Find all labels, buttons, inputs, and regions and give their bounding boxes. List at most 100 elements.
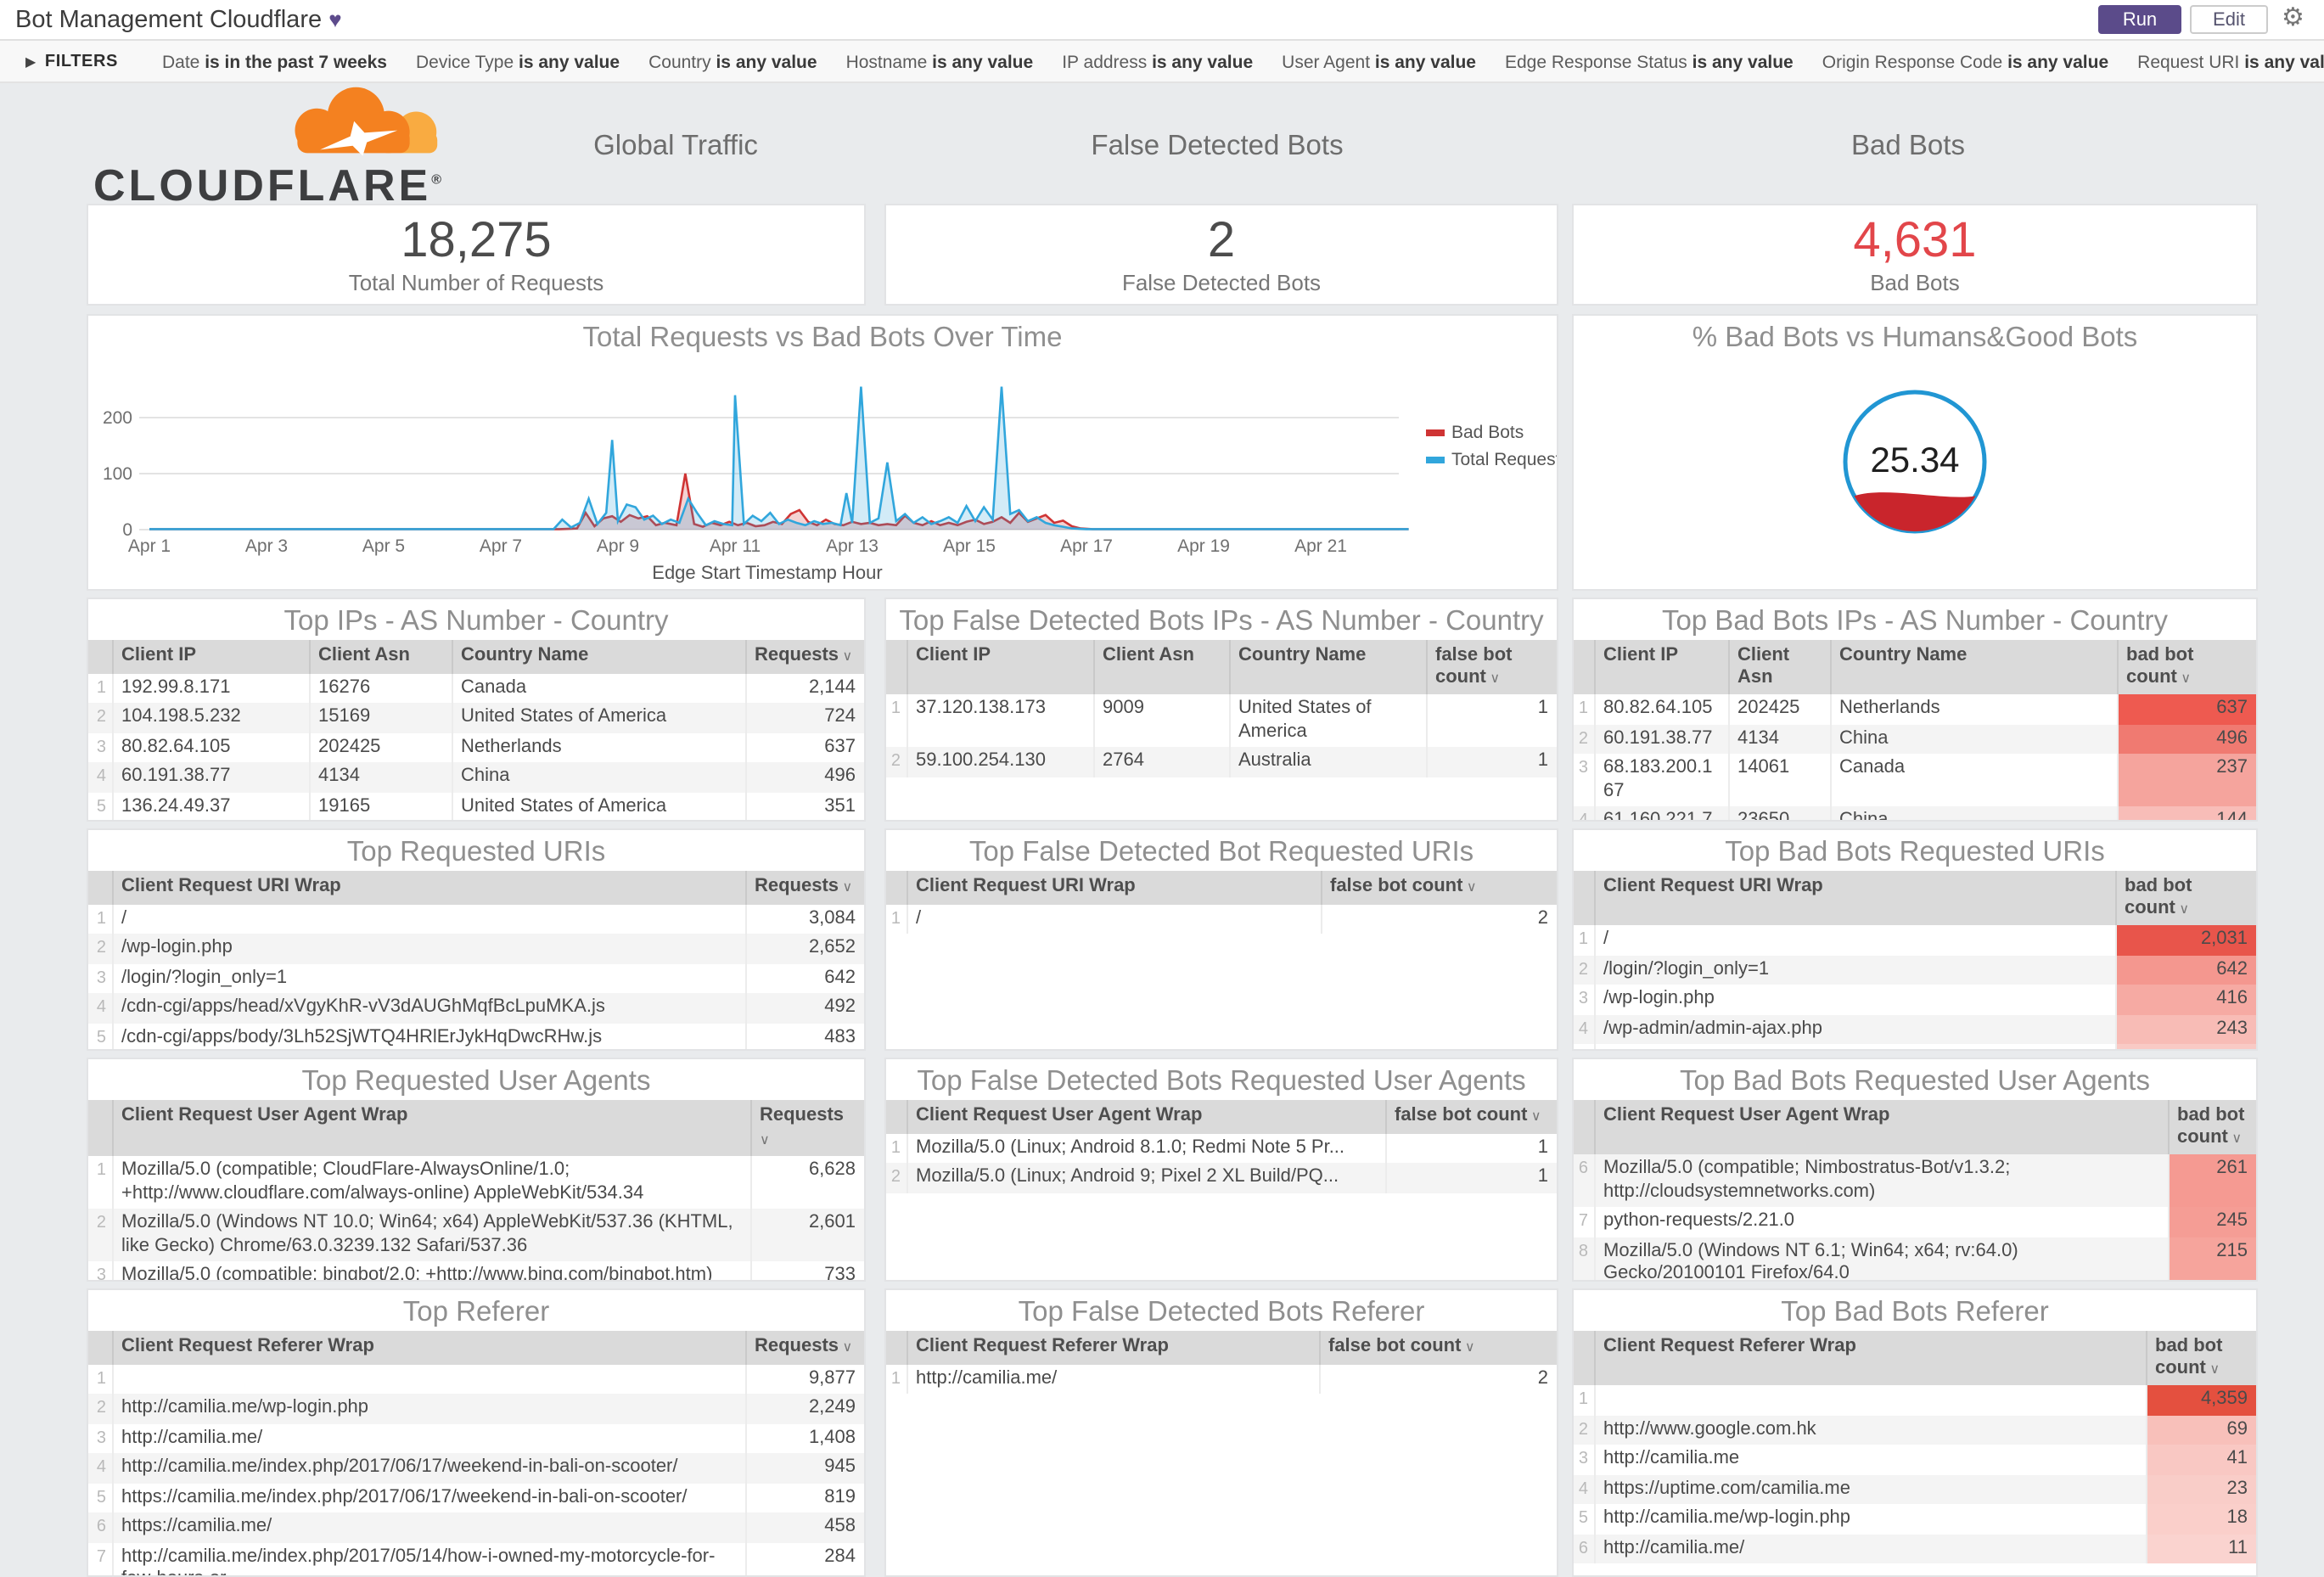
cell[interactable]: United States of America [451, 703, 745, 732]
value-cell[interactable]: 416 [2114, 985, 2256, 1014]
cell[interactable]: https://uptime.com/camilia.me [1593, 1474, 2146, 1504]
cell[interactable]: Mozilla/5.0 (compatible; Nimbostratus-Bo… [1593, 1154, 2168, 1207]
value-cell[interactable]: 6,628 [749, 1156, 864, 1209]
cell[interactable]: 23650 [1727, 806, 1830, 820]
value-cell[interactable]: 2,249 [744, 1394, 864, 1423]
value-cell[interactable]: 458 [744, 1512, 864, 1542]
cell[interactable]: 202425 [308, 732, 452, 762]
cell[interactable]: https://camilia.me/ [111, 1512, 745, 1542]
column-header-country-name[interactable]: Country Name [451, 640, 745, 673]
cell[interactable]: China [1829, 806, 2117, 820]
cell[interactable]: 80.82.64.105 [1593, 694, 1728, 724]
cell[interactable]: 61.160.221.73 [1593, 806, 1728, 820]
column-header-client-request-referer-wrap[interactable]: Client Request Referer Wrap [906, 1331, 1319, 1364]
cell[interactable] [111, 1364, 745, 1394]
value-cell[interactable]: 642 [2114, 955, 2256, 985]
filter-item-date[interactable]: Date is in the past 7 weeks [162, 53, 387, 73]
column-header-false-bot-count[interactable]: false bot count ∨ [1384, 1100, 1557, 1133]
cell[interactable] [1593, 1385, 2146, 1415]
column-header-country-name[interactable]: Country Name [1829, 640, 2117, 694]
cell[interactable]: 4134 [308, 762, 452, 792]
value-cell[interactable]: 724 [744, 703, 864, 732]
value-cell[interactable]: 124 [2114, 1044, 2256, 1049]
value-cell[interactable]: 1,408 [744, 1423, 864, 1453]
cell[interactable]: Mozilla/5.0 (Windows NT 10.0; Win64; x64… [111, 1209, 750, 1261]
legend-label-total-requests[interactable]: Total Requests [1451, 450, 1557, 469]
cell[interactable]: http://www.google.com.hk [1593, 1415, 2146, 1445]
value-cell[interactable]: 23 [2145, 1474, 2256, 1504]
cell[interactable]: 60.191.38.77 [111, 762, 309, 792]
column-header-client-ip[interactable]: Client IP [1593, 640, 1728, 694]
legend-label-bad-bots[interactable]: Bad Bots [1451, 423, 1524, 442]
cell[interactable]: Australia [1228, 747, 1426, 777]
value-cell[interactable]: 261 [2167, 1154, 2256, 1207]
value-cell[interactable]: 351 [744, 792, 864, 820]
cell[interactable]: 60.191.38.77 [1593, 724, 1728, 754]
cell[interactable]: /cdn-cgi/apps/body/3Lh52SjWTQ4HRlErJykHq… [111, 1023, 745, 1049]
value-cell[interactable]: 284 [744, 1542, 864, 1575]
legend-swatch-total-requests[interactable] [1426, 457, 1445, 463]
column-header-client-ip[interactable]: Client IP [111, 640, 309, 673]
cell[interactable]: 202425 [1727, 694, 1830, 724]
column-header-false-bot-count[interactable]: false bot count ∨ [1320, 871, 1557, 904]
cell[interactable]: https://camilia.me/index.php/2017/06/17/… [111, 1483, 745, 1512]
value-cell[interactable]: 69 [2145, 1415, 2256, 1445]
value-cell[interactable]: 637 [2116, 694, 2256, 724]
cell[interactable]: 16276 [308, 673, 452, 703]
cell[interactable]: China [451, 762, 745, 792]
value-cell[interactable]: 945 [744, 1453, 864, 1483]
cell[interactable]: http://camilia.me/index.php/2017/05/14/h… [111, 1542, 745, 1575]
cell[interactable]: / [111, 904, 745, 934]
cell[interactable]: Netherlands [1829, 694, 2117, 724]
cell[interactable]: http://camilia.me/wp-login.php [1593, 1504, 2146, 1534]
value-cell[interactable]: 243 [2114, 1014, 2256, 1044]
cell[interactable]: United States of America [1228, 694, 1426, 747]
column-header-requests[interactable]: Requests ∨ [744, 640, 864, 673]
value-cell[interactable]: 9,877 [744, 1364, 864, 1394]
cell[interactable]: /cdn-cgi/apps/head/xVgyKhR-vV3dAUGhMqfBc… [111, 993, 745, 1023]
column-header-client-request-user-agent-wrap[interactable]: Client Request User Agent Wrap [111, 1100, 750, 1156]
value-cell[interactable]: 1 [1425, 747, 1557, 777]
filters-toggle[interactable]: ▶ FILTERS [25, 52, 118, 70]
cell[interactable]: 104.198.5.232 [111, 703, 309, 732]
cell[interactable]: Canada [1829, 754, 2117, 806]
cell[interactable]: 192.99.8.171 [111, 673, 309, 703]
column-header-country-name[interactable]: Country Name [1228, 640, 1426, 694]
run-button[interactable]: Run [2098, 5, 2181, 34]
value-cell[interactable]: 819 [744, 1483, 864, 1512]
cell[interactable]: http://camilia.me/ [1593, 1534, 2146, 1563]
value-cell[interactable]: 483 [744, 1023, 864, 1049]
cell[interactable]: Mozilla/5.0 (compatible; bingbot/2.0; +h… [111, 1261, 750, 1280]
cell[interactable]: United States of America [451, 792, 745, 820]
filter-item-user-agent[interactable]: User Agent is any value [1282, 53, 1476, 73]
column-header-bad-bot-count[interactable]: bad bot count ∨ [2114, 871, 2256, 925]
cell[interactable]: 68.183.200.167 [1593, 754, 1728, 806]
cell[interactable]: Mozilla/5.0 (Linux; Android 9; Pixel 2 X… [906, 1163, 1385, 1193]
cell[interactable]: 9009 [1092, 694, 1229, 747]
value-cell[interactable]: 2,031 [2114, 925, 2256, 955]
value-cell[interactable]: 1 [1384, 1133, 1557, 1163]
column-header-false-bot-count[interactable]: false bot count ∨ [1318, 1331, 1557, 1364]
column-header-requests[interactable]: Requests ∨ [744, 871, 864, 904]
value-cell[interactable]: 237 [2116, 754, 2256, 806]
column-header-bad-bot-count[interactable]: bad bot count ∨ [2116, 640, 2256, 694]
cell[interactable]: python-requests/2.21.0 [1593, 1207, 2168, 1237]
cell[interactable]: Mozilla/5.0 (Linux; Android 8.1.0; Redmi… [906, 1133, 1385, 1163]
column-header-client-request-uri-wrap[interactable]: Client Request URI Wrap [1593, 871, 2115, 925]
value-cell[interactable]: 496 [744, 762, 864, 792]
cell[interactable]: 19165 [308, 792, 452, 820]
cell[interactable]: China [1829, 724, 2117, 754]
cell[interactable]: 14061 [1727, 754, 1830, 806]
cell[interactable]: /wp-login.php [1593, 985, 2115, 1014]
value-cell[interactable]: 2,601 [749, 1209, 864, 1261]
column-header-client-request-user-agent-wrap[interactable]: Client Request User Agent Wrap [906, 1100, 1385, 1133]
column-header-client-request-referer-wrap[interactable]: Client Request Referer Wrap [111, 1331, 745, 1364]
value-cell[interactable]: 144 [2116, 806, 2256, 820]
column-header-false-bot-count[interactable]: false bot count ∨ [1425, 640, 1557, 694]
cell[interactable]: 80.82.64.105 [111, 732, 309, 762]
value-cell[interactable]: 492 [744, 993, 864, 1023]
value-cell[interactable]: 215 [2167, 1237, 2256, 1280]
value-cell[interactable]: 2,144 [744, 673, 864, 703]
value-cell[interactable]: 496 [2116, 724, 2256, 754]
cell[interactable]: /wp-login.php [111, 934, 745, 963]
